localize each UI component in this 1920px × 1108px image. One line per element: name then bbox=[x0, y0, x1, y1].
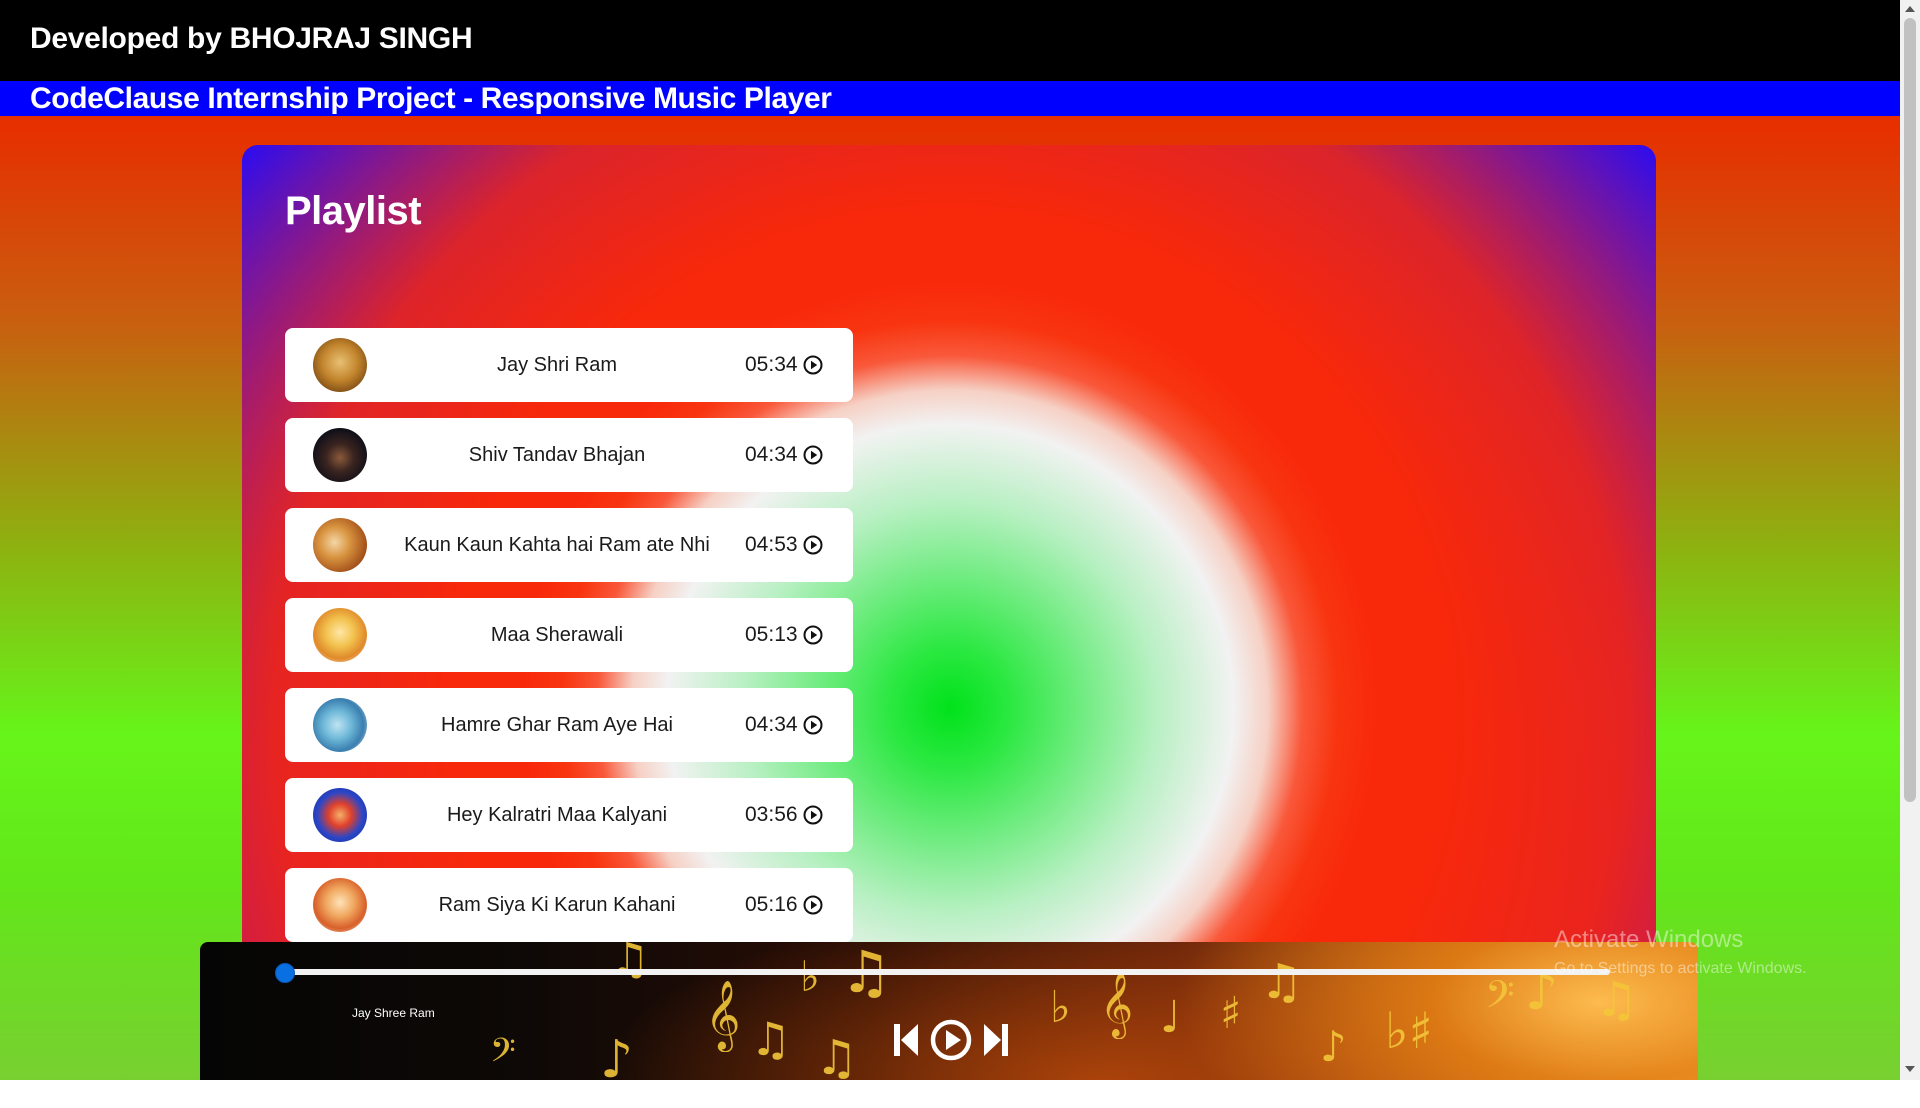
playlist-heading: Playlist bbox=[285, 189, 422, 233]
song-row-hamre-ghar-ram-aye-hai[interactable]: Hamre Ghar Ram Aye Hai 04:34 bbox=[285, 688, 853, 762]
song-row-shiv-tandav-bhajan[interactable]: Shiv Tandav Bhajan 04:34 bbox=[285, 418, 853, 492]
scrollbar-thumb[interactable] bbox=[1904, 18, 1916, 802]
playlist-card: Playlist Jay Shri Ram 05:34 Shiv Tandav … bbox=[242, 145, 1656, 1080]
seek-bar-thumb[interactable] bbox=[275, 963, 295, 983]
music-note-icon: ♫ bbox=[750, 1012, 792, 1066]
music-note-icon: 𝄞 bbox=[705, 980, 741, 1050]
song-title: Kaun Kaun Kahta hai Ram ate Nhi bbox=[404, 534, 710, 556]
music-note-icon: ♯ bbox=[1220, 988, 1242, 1039]
song-row-maa-sherawali[interactable]: Maa Sherawali 05:13 bbox=[285, 598, 853, 672]
play-circle-icon[interactable] bbox=[803, 805, 823, 825]
music-note-icon: ♭ bbox=[800, 952, 820, 1001]
song-row-kaun-kaun-kahta-hai[interactable]: Kaun Kaun Kahta hai Ram ate Nhi 04:53 bbox=[285, 508, 853, 582]
song-thumbnail bbox=[313, 428, 367, 482]
song-title: Jay Shri Ram bbox=[496, 354, 618, 376]
project-title: CodeClause Internship Project - Responsi… bbox=[30, 82, 832, 115]
music-note-icon: 𝄞 bbox=[1100, 972, 1134, 1037]
music-note-icon: ♫ bbox=[610, 942, 650, 985]
play-icon[interactable] bbox=[930, 1019, 972, 1061]
song-duration: 05:16 bbox=[745, 893, 798, 916]
play-circle-icon[interactable] bbox=[803, 895, 823, 915]
music-note-icon: ♪ bbox=[600, 1030, 634, 1080]
song-title: Hey Kalratri Maa Kalyani bbox=[446, 804, 668, 826]
developer-credit: Developed by BHOJRAJ SINGH bbox=[30, 22, 473, 55]
now-playing-title: Jay Shree Ram bbox=[352, 1006, 435, 1020]
song-title: Hamre Ghar Ram Aye Hai bbox=[441, 714, 673, 736]
play-circle-icon[interactable] bbox=[803, 625, 823, 645]
previous-icon[interactable] bbox=[892, 1020, 920, 1060]
music-note-icon: ♭♯ bbox=[1385, 1002, 1433, 1060]
song-duration: 05:13 bbox=[745, 623, 798, 646]
music-note-icon: ♩ bbox=[1160, 992, 1181, 1043]
page-viewport: Developed by BHOJRAJ SINGH CodeClause In… bbox=[0, 0, 1900, 1080]
music-note-icon: ♭ bbox=[1050, 982, 1071, 1033]
music-note-icon: 𝄢 bbox=[1485, 972, 1515, 1026]
music-note-icon: ♫ bbox=[1595, 972, 1639, 1028]
song-duration: 04:34 bbox=[745, 443, 798, 466]
seek-bar-track[interactable] bbox=[285, 969, 1610, 975]
next-icon[interactable] bbox=[982, 1020, 1010, 1060]
song-title: Maa Sherawali bbox=[490, 624, 624, 646]
song-duration: 04:53 bbox=[745, 533, 798, 556]
song-duration: 05:34 bbox=[745, 353, 798, 376]
song-thumbnail bbox=[313, 338, 367, 392]
play-circle-icon[interactable] bbox=[803, 445, 823, 465]
song-thumbnail bbox=[313, 608, 367, 662]
top-header: Developed by BHOJRAJ SINGH bbox=[0, 0, 1900, 81]
activate-windows-title: Activate Windows bbox=[1554, 926, 1744, 953]
song-thumbnail bbox=[313, 518, 367, 572]
song-thumbnail bbox=[313, 878, 367, 932]
song-thumbnail bbox=[313, 698, 367, 752]
scroll-down-arrow-icon[interactable] bbox=[1905, 1066, 1915, 1072]
song-duration: 04:34 bbox=[745, 713, 798, 736]
music-player-bar: ♫ 𝄢 ♪ 𝄞 ♫ ♭ ♫ ♫ ♭ 𝄞 ♩ ♫ ♯ ♪ ♭♯ 𝄢 ♪ ♫ Jay… bbox=[200, 942, 1698, 1080]
project-header: CodeClause Internship Project - Responsi… bbox=[0, 81, 1900, 116]
song-row-jay-shri-ram[interactable]: Jay Shri Ram 05:34 bbox=[285, 328, 853, 402]
song-row-hey-kalratri-maa-kalyani[interactable]: Hey Kalratri Maa Kalyani 03:56 bbox=[285, 778, 853, 852]
song-title: Ram Siya Ki Karun Kahani bbox=[438, 894, 676, 916]
music-note-icon: ♫ bbox=[815, 1030, 859, 1080]
song-thumbnail bbox=[313, 788, 367, 842]
song-row-ram-siya-ki-karun-kahani[interactable]: Ram Siya Ki Karun Kahani 05:16 bbox=[285, 868, 853, 942]
play-circle-icon[interactable] bbox=[803, 355, 823, 375]
music-note-icon: ♫ bbox=[1260, 954, 1304, 1010]
play-circle-icon[interactable] bbox=[803, 715, 823, 735]
page-scrollbar[interactable] bbox=[1900, 0, 1920, 1080]
activate-windows-subtitle: Go to Settings to activate Windows. bbox=[1554, 960, 1807, 977]
play-circle-icon[interactable] bbox=[803, 535, 823, 555]
scroll-up-arrow-icon[interactable] bbox=[1905, 6, 1915, 12]
song-title: Shiv Tandav Bhajan bbox=[468, 444, 646, 466]
music-note-icon: 𝄢 bbox=[490, 1032, 516, 1078]
song-duration: 03:56 bbox=[745, 803, 798, 826]
music-note-icon: ♪ bbox=[1320, 1022, 1347, 1071]
